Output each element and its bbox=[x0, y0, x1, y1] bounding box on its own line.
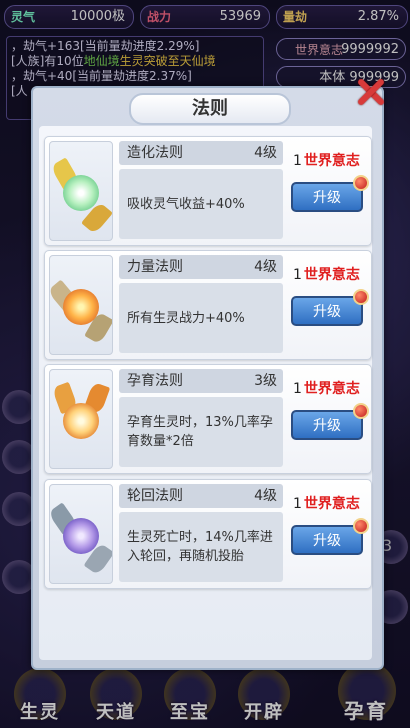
dialog-title: 法则 bbox=[129, 93, 291, 125]
liliang-law-icon bbox=[49, 255, 113, 355]
law-desc-box: 吸收灵气收益+40% bbox=[119, 169, 283, 239]
law-desc-box: 孕育生灵时，13%几率孕育数量*2倍 bbox=[119, 397, 283, 467]
cost-amount: 1 bbox=[293, 496, 302, 512]
cost-currency: 世界意志 bbox=[303, 381, 360, 397]
law-name: 力量法则 bbox=[127, 259, 183, 275]
law-name-bar: 造化法则 4级 bbox=[119, 141, 283, 165]
law-description: 吸收灵气收益+40% bbox=[127, 196, 245, 212]
law-name-bar: 孕育法则 3级 bbox=[119, 369, 283, 393]
law-card-liliang: 力量法则 4级 所有生灵战力+40% 1 世界意志 升级 bbox=[44, 250, 372, 360]
law-desc-box: 所有生灵战力+40% bbox=[119, 283, 283, 353]
cost-currency: 世界意志 bbox=[303, 496, 360, 512]
law-card-yunyu: 孕育法则 3级 孕育生灵时，13%几率孕育数量*2倍 1 世界意志 升级 bbox=[44, 364, 372, 474]
law-name-bar: 轮回法则 4级 bbox=[119, 484, 283, 508]
close-button[interactable] bbox=[350, 72, 392, 112]
law-description: 生灵死亡时，14%几率进入轮回，再随机投胎 bbox=[127, 530, 273, 564]
law-name: 轮回法则 bbox=[127, 488, 183, 504]
law-description: 孕育生灵时，13%几率孕育数量*2倍 bbox=[127, 415, 273, 449]
cost-amount: 1 bbox=[293, 267, 302, 283]
upgrade-cost: 1 世界意志 bbox=[293, 265, 367, 285]
cost-amount: 1 bbox=[293, 381, 302, 397]
law-description: 所有生灵战力+40% bbox=[127, 310, 245, 326]
law-card-zaohua: 造化法则 4级 吸收灵气收益+40% 1 世界意志 升级 bbox=[44, 136, 372, 246]
upgrade-button[interactable]: 升级 bbox=[291, 525, 363, 555]
upgrade-cost: 1 世界意志 bbox=[293, 151, 367, 171]
notification-dot-icon bbox=[353, 289, 369, 305]
law-level: 3级 bbox=[254, 373, 277, 389]
notification-dot-icon bbox=[353, 518, 369, 534]
zaohua-law-icon bbox=[49, 141, 113, 241]
upgrade-button[interactable]: 升级 bbox=[291, 410, 363, 440]
law-card-lunhui: 轮回法则 4级 生灵死亡时，14%几率进入轮回，再随机投胎 1 世界意志 升级 bbox=[44, 479, 372, 589]
upgrade-cost: 1 世界意志 bbox=[293, 379, 367, 399]
law-desc-box: 生灵死亡时，14%几率进入轮回，再随机投胎 bbox=[119, 512, 283, 582]
notification-dot-icon bbox=[353, 175, 369, 191]
cost-currency: 世界意志 bbox=[303, 153, 360, 169]
law-level: 4级 bbox=[254, 488, 277, 504]
upgrade-button[interactable]: 升级 bbox=[291, 182, 363, 212]
cost-currency: 世界意志 bbox=[303, 267, 360, 283]
notification-dot-icon bbox=[353, 403, 369, 419]
upgrade-cost: 1 世界意志 bbox=[293, 494, 367, 514]
cost-amount: 1 bbox=[293, 153, 302, 169]
yunyu-law-icon bbox=[49, 369, 113, 469]
lunhui-law-icon bbox=[49, 484, 113, 584]
law-name: 孕育法则 bbox=[127, 373, 183, 389]
law-level: 4级 bbox=[254, 259, 277, 275]
law-name: 造化法则 bbox=[127, 145, 183, 161]
law-name-bar: 力量法则 4级 bbox=[119, 255, 283, 279]
law-level: 4级 bbox=[254, 145, 277, 161]
upgrade-button[interactable]: 升级 bbox=[291, 296, 363, 326]
